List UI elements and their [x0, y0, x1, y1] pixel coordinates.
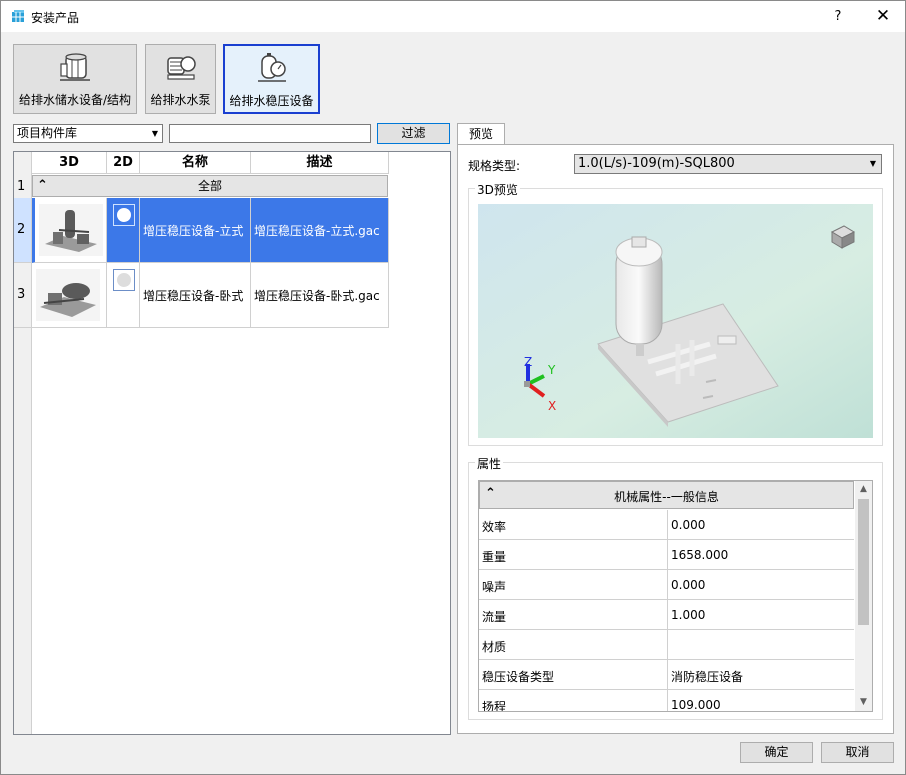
window-title: 安装产品	[31, 11, 80, 25]
help-button[interactable]: ?	[823, 1, 853, 32]
property-section-title: 机械属性--一般信息	[614, 490, 719, 504]
spec-type-value: 1.0(L/s)-109(m)-SQL800	[578, 156, 735, 171]
table-row-cell-description[interactable]: 增压稳压设备-卧式.gac	[251, 263, 389, 328]
chevron-down-icon: ▼	[151, 129, 158, 138]
3d-viewport[interactable]: Z Y X	[478, 204, 873, 438]
property-name: 噪声	[482, 580, 507, 594]
row-name: 增压稳压设备-卧式	[143, 289, 244, 303]
table-row-cell-name[interactable]: 增压稳压设备-卧式	[140, 263, 251, 328]
property-value-cell[interactable]: 1.000	[667, 600, 854, 629]
table-row-cell-3d[interactable]	[32, 263, 107, 328]
properties-title: 属性	[475, 455, 504, 472]
property-value: 109.000	[671, 698, 721, 712]
table-row-cell-2d[interactable]	[107, 198, 140, 263]
title-bar: 安装产品 ? ✕	[1, 1, 905, 32]
category-pressure-equipment-button[interactable]: 给排水稳压设备	[223, 44, 320, 114]
2d-symbol-icon	[113, 269, 135, 291]
property-row[interactable]: 效率 0.000	[479, 510, 854, 540]
category-label: 给排水储水设备/结构	[18, 93, 132, 107]
axis-x-label: X	[548, 399, 556, 413]
property-section-header[interactable]: ⌃ 机械属性--一般信息	[479, 481, 854, 509]
filter-input[interactable]	[169, 124, 371, 143]
table-row-cell-3d[interactable]	[32, 198, 107, 263]
pressure-tank-icon	[257, 53, 286, 82]
group-label: 全部	[197, 179, 222, 193]
property-row[interactable]: 噪声 0.000	[479, 570, 854, 600]
vertical-pressure-equipment-thumbnail	[39, 204, 103, 256]
property-value: 0.000	[671, 578, 706, 592]
preview-3d-title: 3D预览	[475, 181, 520, 198]
horizontal-pressure-equipment-thumbnail	[36, 269, 100, 321]
close-button[interactable]: ✕	[863, 1, 903, 32]
row-number: 1	[17, 179, 26, 194]
row-description: 增压稳压设备-立式.gac	[254, 224, 380, 238]
row-name: 增压稳压设备-立式	[143, 224, 244, 238]
property-name: 重量	[482, 550, 507, 564]
property-value-cell[interactable]: 1658.000	[667, 540, 854, 569]
spec-type-dropdown[interactable]: 1.0(L/s)-109(m)-SQL800 ▼	[574, 154, 882, 174]
property-value: 1.000	[671, 608, 706, 622]
tab-preview[interactable]: 预览	[457, 123, 505, 145]
library-dropdown-value: 项目构件库	[17, 126, 78, 140]
scroll-up-icon[interactable]: ▲	[855, 481, 872, 498]
property-value-cell[interactable]: 0.000	[667, 570, 854, 599]
column-header-description[interactable]: 描述	[251, 152, 389, 174]
2d-symbol-icon	[113, 204, 135, 226]
cancel-button[interactable]: 取消	[821, 742, 894, 763]
ok-button[interactable]: 确定	[740, 742, 813, 763]
column-header-name[interactable]: 名称	[140, 152, 251, 174]
filter-button[interactable]: 过滤	[377, 123, 450, 144]
property-name: 稳压设备类型	[482, 670, 555, 684]
category-label: 给排水稳压设备	[229, 94, 314, 108]
property-name: 扬程	[482, 700, 507, 712]
row-number: 3	[17, 287, 26, 302]
property-row[interactable]: 扬程 109.000	[479, 690, 854, 712]
property-row[interactable]: 流量 1.000	[479, 600, 854, 630]
property-row[interactable]: 材质	[479, 630, 854, 660]
pump-icon	[166, 56, 196, 80]
property-name: 效率	[482, 520, 507, 534]
category-water-storage-button[interactable]: 给排水储水设备/结构	[13, 44, 137, 114]
row-header[interactable]: 3	[14, 263, 32, 328]
install-product-dialog: 安装产品 ? ✕ 给排水储水设备/结构 给排水水泵 给排水稳压设备 项目构件库 …	[0, 0, 906, 775]
table-row-cell-description[interactable]: 增压稳压设备-立式.gac	[251, 198, 389, 263]
property-value-cell[interactable]	[667, 630, 854, 659]
scroll-down-icon[interactable]: ▼	[855, 694, 872, 711]
row-number: 2	[17, 222, 26, 237]
axis-z-label: Z	[524, 355, 532, 369]
column-header-3d[interactable]: 3D	[32, 152, 107, 174]
spec-type-label: 规格类型:	[468, 159, 521, 173]
category-label: 给排水水泵	[150, 93, 211, 107]
property-value: 消防稳压设备	[671, 670, 744, 684]
category-pump-button[interactable]: 给排水水泵	[145, 44, 216, 114]
axis-y-label: Y	[547, 363, 556, 377]
water-tank-icon	[60, 53, 90, 81]
property-grid: ⌃ 机械属性--一般信息 效率 0.000 重量 1658.000 噪声 0.000 流量 1…	[478, 480, 873, 712]
preview-panel: 规格类型: 1.0(L/s)-109(m)-SQL800 ▼ 3D预览 Z Y …	[457, 144, 894, 734]
group-row-all[interactable]: ⌃ 全部	[32, 175, 388, 197]
column-header-2d[interactable]: 2D	[107, 152, 140, 174]
property-scrollbar[interactable]: ▲ ▼	[855, 481, 872, 711]
property-value: 1658.000	[671, 548, 729, 562]
property-row[interactable]: 重量 1658.000	[479, 540, 854, 570]
chevron-down-icon: ▼	[869, 159, 876, 168]
property-value: 0.000	[671, 518, 706, 532]
property-value-cell[interactable]: 109.000	[667, 690, 854, 712]
property-value-cell[interactable]: 消防稳压设备	[667, 660, 854, 689]
table-row-cell-name[interactable]: 增压稳压设备-立式	[140, 198, 251, 263]
app-cube-icon	[12, 10, 24, 22]
property-name: 流量	[482, 610, 507, 624]
library-dropdown[interactable]: 项目构件库 ▼	[13, 124, 163, 143]
row-header[interactable]: 2	[14, 198, 32, 263]
property-row[interactable]: 稳压设备类型 消防稳压设备	[479, 660, 854, 690]
table-row-cell-2d[interactable]	[107, 263, 140, 328]
property-value-cell[interactable]: 0.000	[667, 510, 854, 539]
property-name: 材质	[482, 640, 507, 654]
scroll-thumb[interactable]	[858, 499, 869, 625]
row-description: 增压稳压设备-卧式.gac	[254, 289, 380, 303]
component-grid: 3D 2D 名称 描述 1 ⌃ 全部 2 增压稳压设备-立式 增压稳压设备-立式…	[13, 151, 451, 735]
